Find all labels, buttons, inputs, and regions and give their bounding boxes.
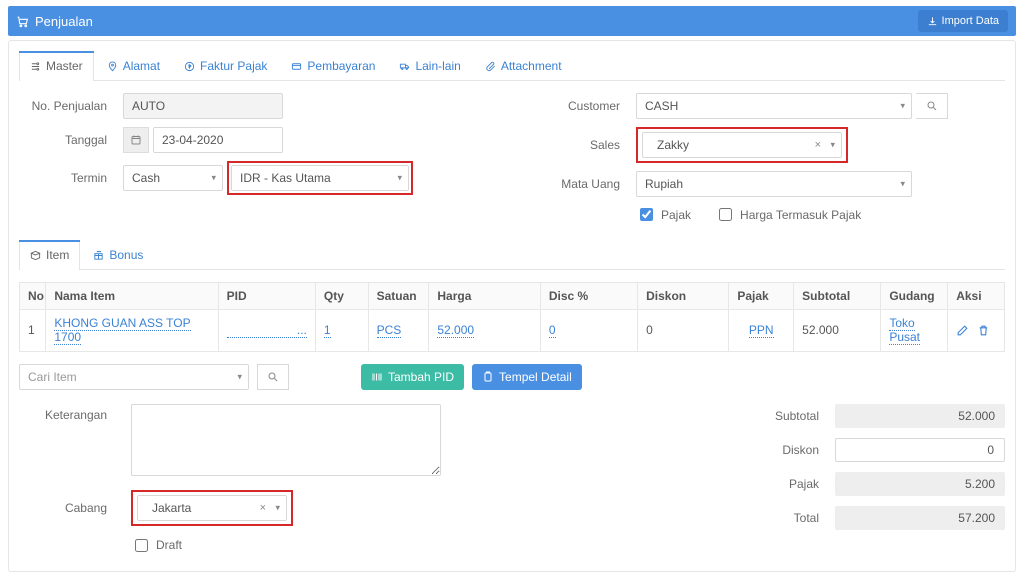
tab-pembayaran[interactable]: Pembayaran xyxy=(280,51,386,80)
cabang-select[interactable]: Jakarta × ▾ xyxy=(137,495,287,521)
tab-item[interactable]: Item xyxy=(19,240,80,269)
import-data-button[interactable]: Import Data xyxy=(918,10,1008,32)
edit-row-button[interactable] xyxy=(956,324,969,337)
money-icon xyxy=(184,61,195,72)
item-harga-link[interactable]: 52.000 xyxy=(437,323,474,338)
items-table: No Nama Item PID Qty Satuan Harga Disc %… xyxy=(19,282,1005,352)
keterangan-textarea[interactable] xyxy=(131,404,441,476)
tab-lain-lain[interactable]: Lain-lain xyxy=(388,51,471,80)
paperclip-icon xyxy=(485,61,496,72)
pin-icon xyxy=(107,61,118,72)
chevron-down-icon: ▾ xyxy=(900,179,905,190)
cari-item-select[interactable]: Cari Item ▾ xyxy=(19,364,249,390)
item-pid-link[interactable]: ... xyxy=(227,323,307,338)
item-name-link[interactable]: KHONG GUAN ASS TOP 1700 xyxy=(54,316,190,345)
tab-faktur-pajak[interactable]: Faktur Pajak xyxy=(173,51,278,80)
tab-bonus[interactable]: Bonus xyxy=(82,240,154,269)
label-keterangan: Keterangan xyxy=(19,404,119,476)
tab-faktur-pajak-label: Faktur Pajak xyxy=(200,59,267,73)
table-row: 1 KHONG GUAN ASS TOP 1700 ... 1 PCS 52.0… xyxy=(20,310,1005,352)
chevron-down-icon: ▾ xyxy=(397,173,402,184)
harga-termasuk-pajak-checkbox[interactable]: Harga Termasuk Pajak xyxy=(715,205,861,224)
pajak-checkbox[interactable]: Pajak xyxy=(636,205,691,224)
label-tanggal: Tanggal xyxy=(19,133,119,147)
barcode-icon xyxy=(371,371,383,383)
total-value: 57.200 xyxy=(835,506,1005,530)
import-data-label: Import Data xyxy=(942,15,999,27)
box-icon xyxy=(30,250,41,261)
sliders-icon xyxy=(30,61,41,72)
tanggal-field[interactable]: 23-04-2020 xyxy=(153,127,283,153)
cari-item-search-button[interactable] xyxy=(257,364,289,390)
item-tabstrip: Item Bonus xyxy=(19,240,1005,270)
cart-icon xyxy=(16,15,29,28)
tab-item-label: Item xyxy=(46,248,69,262)
customer-select[interactable]: CASH ▾ xyxy=(636,93,912,119)
tempel-detail-button[interactable]: Tempel Detail xyxy=(472,364,582,390)
item-pajak-link[interactable]: PPN xyxy=(749,323,774,338)
item-disc-link[interactable]: 0 xyxy=(549,323,556,338)
tab-lain-lain-label: Lain-lain xyxy=(415,59,460,73)
item-gudang-link[interactable]: Toko Pusat xyxy=(889,316,920,345)
truck-icon xyxy=(399,61,410,72)
chevron-down-icon: ▾ xyxy=(830,140,835,151)
subtotal-value: 52.000 xyxy=(835,404,1005,428)
title-bar: Penjualan Import Data xyxy=(8,6,1016,36)
paste-icon xyxy=(482,371,494,383)
tab-attachment-label: Attachment xyxy=(501,59,562,73)
tab-bonus-label: Bonus xyxy=(109,248,143,262)
label-subtotal: Subtotal xyxy=(745,409,835,423)
sales-select[interactable]: Zakky × ▾ xyxy=(642,132,842,158)
tab-master[interactable]: Master xyxy=(19,51,94,80)
calendar-button[interactable] xyxy=(123,127,149,153)
no-penjualan-field: AUTO xyxy=(123,93,283,119)
draft-checkbox[interactable]: Draft xyxy=(131,536,182,555)
tab-pembayaran-label: Pembayaran xyxy=(307,59,375,73)
customer-search-button[interactable] xyxy=(916,93,948,119)
main-tabstrip: Master Alamat Faktur Pajak Pembayaran La… xyxy=(19,51,1005,81)
pajak-value: 5.200 xyxy=(835,472,1005,496)
card-icon xyxy=(291,61,302,72)
tambah-pid-button[interactable]: Tambah PID xyxy=(361,364,464,390)
clear-cabang-button[interactable]: × xyxy=(260,502,266,514)
tab-attachment[interactable]: Attachment xyxy=(474,51,573,80)
table-header: No Nama Item PID Qty Satuan Harga Disc %… xyxy=(20,283,1005,310)
label-pajak-total: Pajak xyxy=(745,477,835,491)
chevron-down-icon: ▾ xyxy=(275,502,280,513)
label-diskon-total: Diskon xyxy=(745,443,835,457)
mata-uang-select[interactable]: Rupiah ▾ xyxy=(636,171,912,197)
label-no-penjualan: No. Penjualan xyxy=(19,99,119,113)
label-sales: Sales xyxy=(512,138,632,152)
diskon-input[interactable]: 0 xyxy=(835,438,1005,462)
delete-row-button[interactable] xyxy=(977,324,990,337)
page-title: Penjualan xyxy=(35,14,93,29)
tab-alamat[interactable]: Alamat xyxy=(96,51,171,80)
chevron-down-icon: ▾ xyxy=(237,371,242,382)
clear-sales-button[interactable]: × xyxy=(815,139,821,151)
label-termin: Termin xyxy=(19,171,119,185)
item-qty-link[interactable]: 1 xyxy=(324,323,331,338)
label-total: Total xyxy=(745,511,835,525)
tab-alamat-label: Alamat xyxy=(123,59,160,73)
label-cabang: Cabang xyxy=(19,501,119,515)
label-mata-uang: Mata Uang xyxy=(512,177,632,191)
download-icon xyxy=(927,16,938,27)
label-customer: Customer xyxy=(512,99,632,113)
tab-master-label: Master xyxy=(46,59,83,73)
item-satuan-link[interactable]: PCS xyxy=(377,323,402,338)
gift-icon xyxy=(93,250,104,261)
chevron-down-icon: ▾ xyxy=(211,173,216,184)
chevron-down-icon: ▾ xyxy=(900,101,905,112)
termin-select[interactable]: Cash ▾ xyxy=(123,165,223,191)
kas-select[interactable]: IDR - Kas Utama ▾ xyxy=(231,165,409,191)
